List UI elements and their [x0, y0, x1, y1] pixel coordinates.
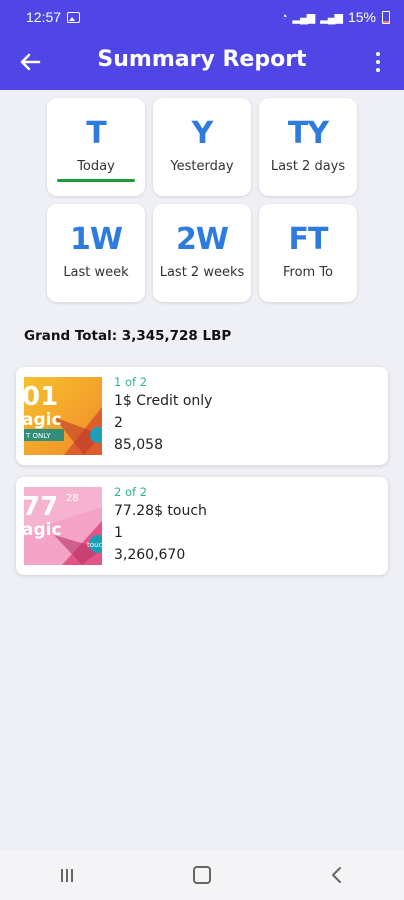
chevron-left-icon [331, 867, 341, 883]
card-image: 01 agic T ONLY [24, 377, 102, 455]
filter-today[interactable]: T Today [47, 98, 145, 196]
item-amount: 85,058 [114, 437, 163, 453]
item-index: 1 of 2 [114, 375, 148, 389]
filter-label: From To [282, 265, 334, 280]
filter-last-week[interactable]: 1W Last week [47, 204, 145, 302]
battery-icon [382, 10, 390, 24]
filter-abbr: TY [287, 116, 329, 151]
item-details: 1 of 2 1$ Credit only 2 85,058 [114, 374, 212, 456]
filter-from-to[interactable]: FT From To [259, 204, 357, 302]
thumb-brand: agic [24, 520, 62, 540]
app-bar: Summary Report [0, 34, 404, 90]
status-left: 12:57 [26, 9, 81, 25]
item-amount: 3,260,670 [114, 547, 186, 563]
more-dot-icon [376, 68, 380, 72]
recents-icon [61, 868, 74, 882]
status-time: 12:57 [26, 9, 62, 25]
filter-last-2-days[interactable]: TY Last 2 days [259, 98, 357, 196]
filter-abbr: FT [288, 222, 329, 257]
signal-icon: ▂▄▆ [292, 11, 316, 24]
home-icon [192, 866, 211, 884]
filter-last-2-weeks[interactable]: 2W Last 2 weeks [153, 204, 251, 302]
list-item[interactable]: 77 28 agic touch 2 of 2 77.28$ touch 1 3… [16, 477, 388, 575]
card-image: 77 28 agic touch [24, 487, 102, 565]
page-title: Summary Report [97, 47, 307, 72]
item-quantity: 1 [114, 525, 123, 541]
item-name: 77.28$ touch [114, 503, 207, 519]
filter-yesterday[interactable]: Y Yesterday [153, 98, 251, 196]
filter-abbr: T [86, 116, 106, 151]
filter-label: Last 2 weeks [159, 265, 245, 280]
thumb-tag: touch [87, 541, 102, 549]
more-dot-icon [376, 52, 380, 56]
system-nav-bar [0, 850, 404, 900]
recents-button[interactable] [37, 855, 97, 895]
system-back-button[interactable] [307, 855, 367, 895]
item-index: 2 of 2 [114, 485, 148, 499]
signal-2-icon: ▂▄▆ [320, 11, 343, 24]
status-right: ◔ ▂▄▆ ▂▄▆ 15% [281, 9, 390, 25]
filter-abbr: 1W [70, 222, 123, 257]
thumb-small-number: 28 [66, 493, 79, 504]
thumb-brand: agic [24, 410, 62, 430]
more-dot-icon [376, 60, 380, 64]
card-thumbnail: 01 agic T ONLY [24, 377, 102, 455]
date-filter-grid: T Today Y Yesterday TY Last 2 days 1W La… [47, 98, 359, 302]
wifi-icon: ◔ [280, 11, 288, 23]
selected-indicator [57, 179, 135, 182]
thumb-number: 77 [24, 492, 58, 522]
item-quantity: 2 [114, 415, 123, 431]
filter-abbr: Y [191, 116, 214, 151]
thumb-number: 01 [24, 382, 58, 412]
grand-total: Grand Total: 3,345,728 LBP [24, 328, 232, 344]
gallery-notification-icon [67, 11, 81, 23]
status-bar: 12:57 ◔ ▂▄▆ ▂▄▆ 15% [0, 0, 404, 34]
filter-label: Today [77, 159, 115, 174]
home-button[interactable] [172, 855, 232, 895]
item-details: 2 of 2 77.28$ touch 1 3,260,670 [114, 484, 207, 566]
filter-abbr: 2W [176, 222, 229, 257]
filter-label: Last week [63, 265, 129, 280]
filter-label: Yesterday [170, 159, 234, 174]
list-item[interactable]: 01 agic T ONLY 1 of 2 1$ Credit only 2 8… [16, 367, 388, 465]
card-thumbnail: 77 28 agic touch [24, 487, 102, 565]
thumb-tag: T ONLY [25, 432, 51, 440]
filter-label: Last 2 days [270, 159, 346, 174]
battery-percent: 15% [347, 9, 376, 25]
item-name: 1$ Credit only [114, 393, 213, 409]
more-options-button[interactable] [366, 48, 390, 76]
